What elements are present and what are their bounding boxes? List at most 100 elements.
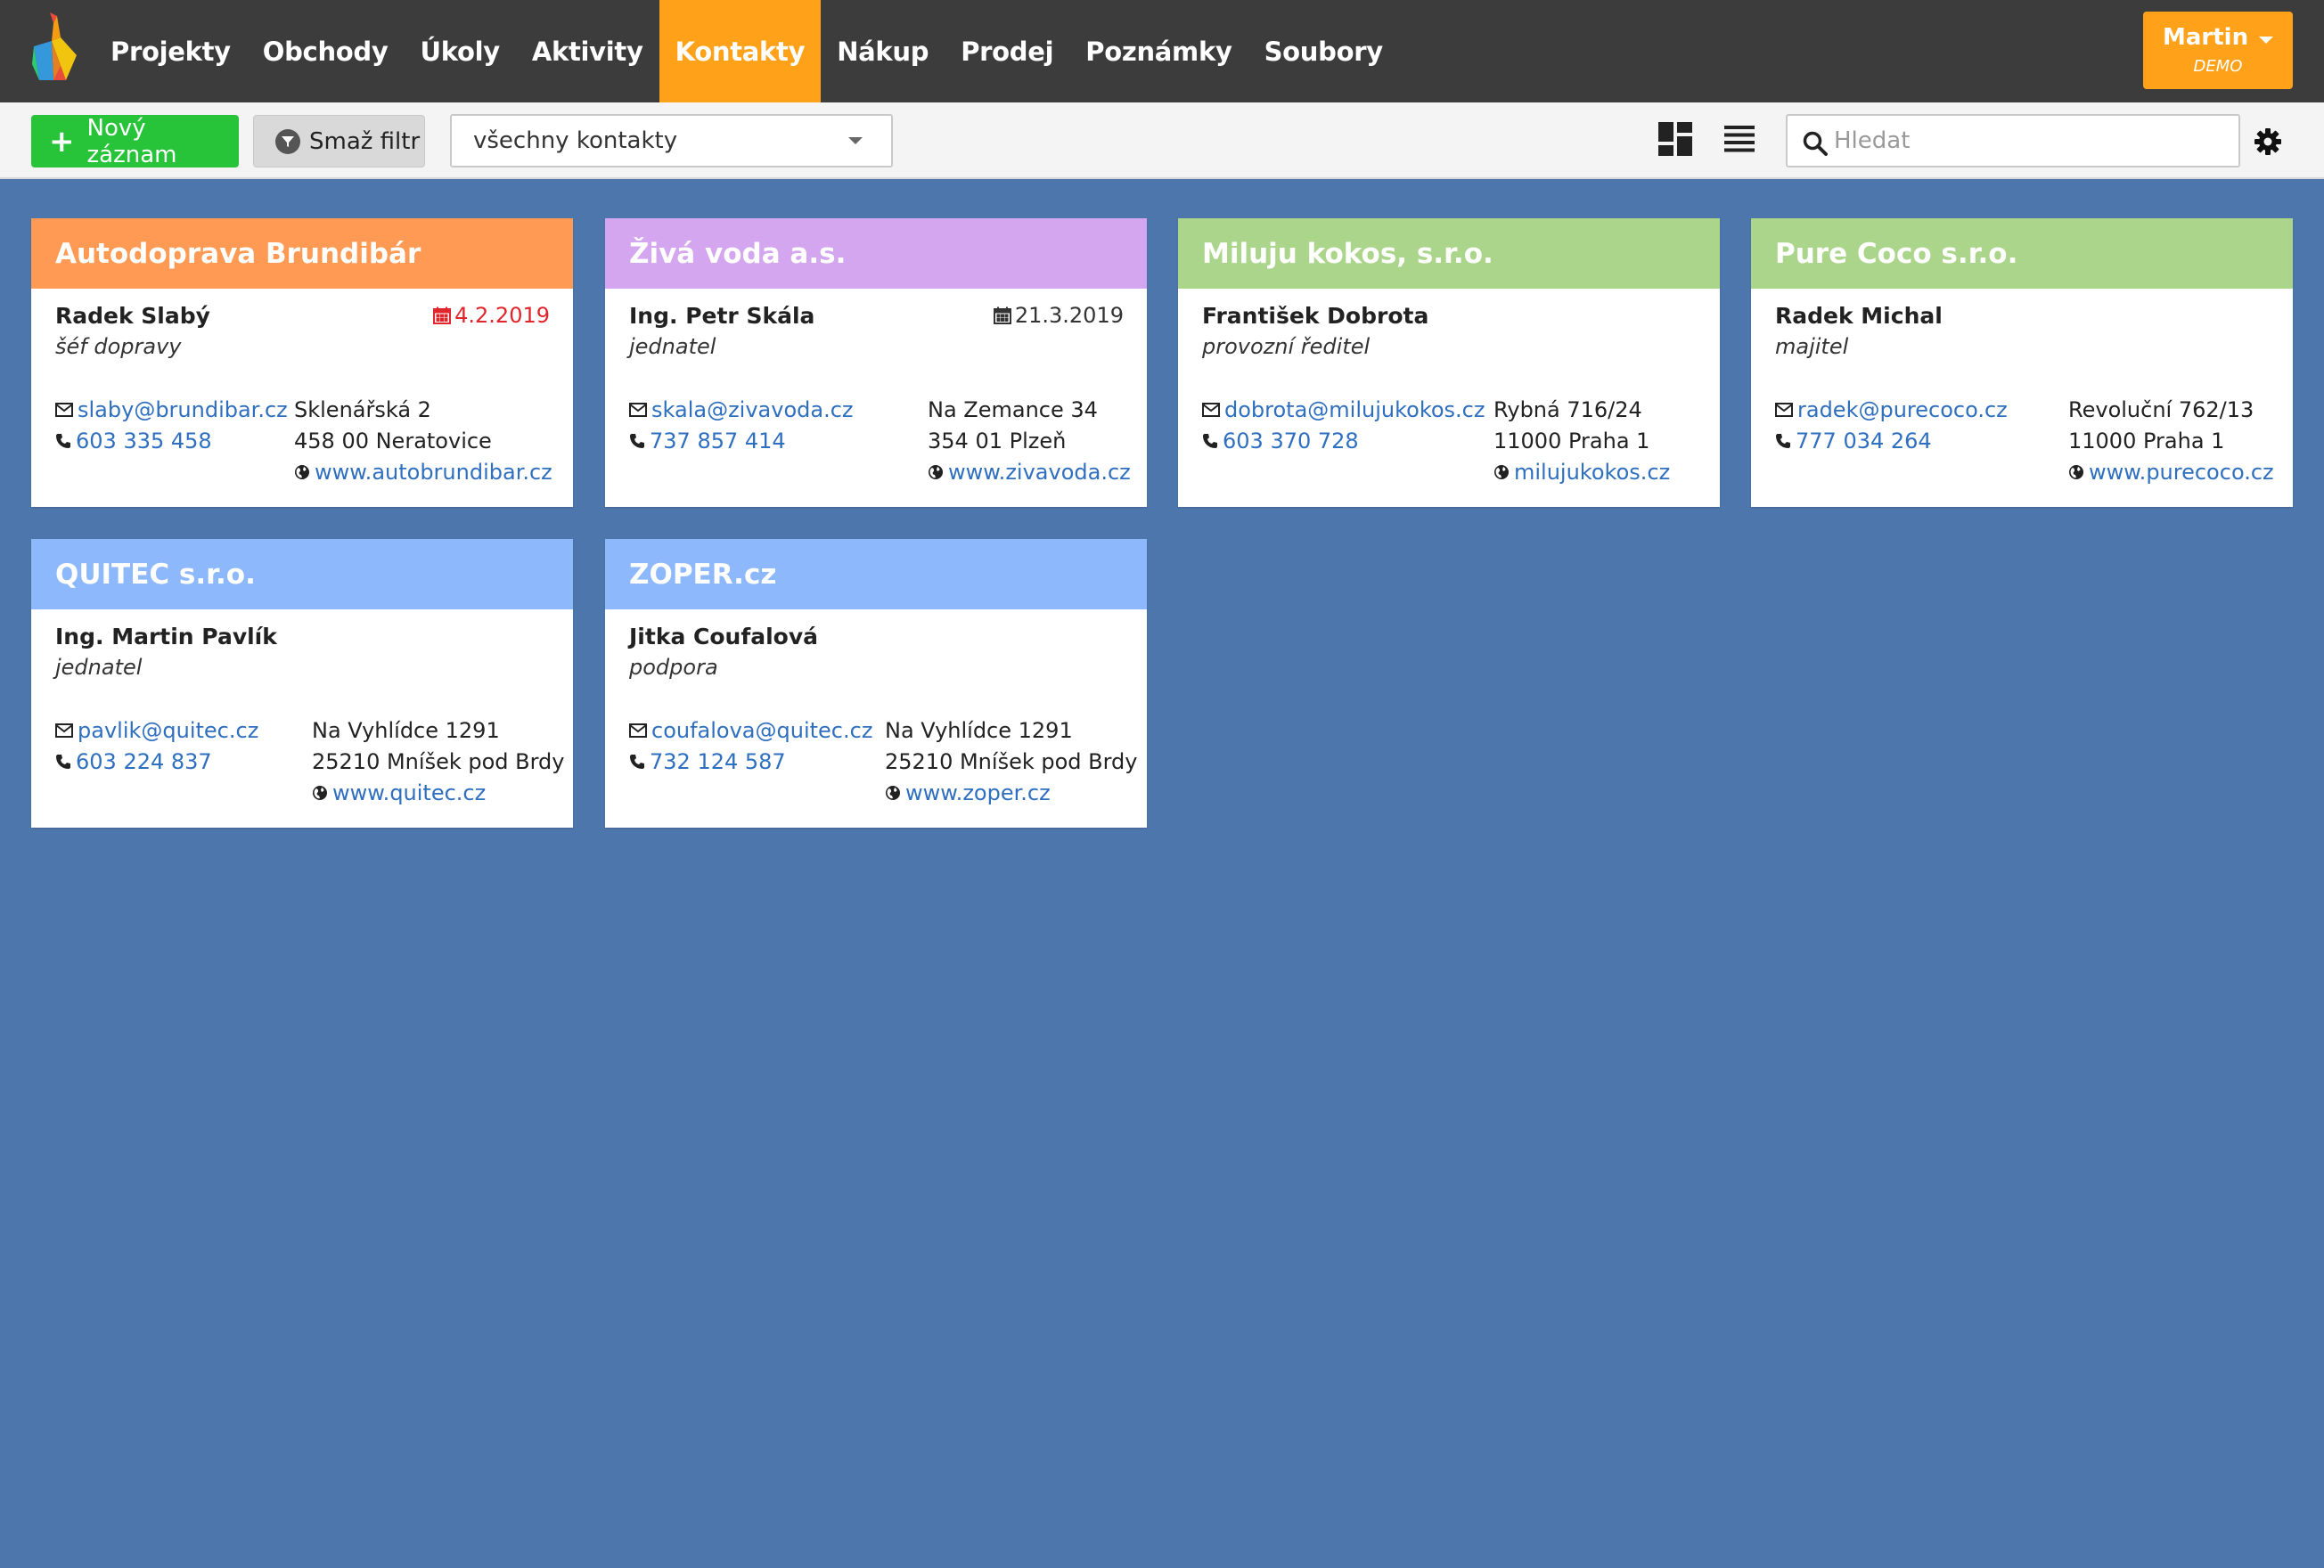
search-box [1786, 114, 2240, 167]
user-subtitle: DEMO [2193, 57, 2243, 76]
phone-icon [56, 434, 70, 448]
contact-phone-link[interactable]: 777 034 264 [1796, 429, 1932, 453]
contact-website-link[interactable]: www.purecoco.cz [2089, 460, 2274, 485]
globe-icon [2069, 465, 2083, 479]
contact-email-link[interactable]: pavlik@quitec.cz [78, 718, 258, 743]
filter-clear-icon [275, 128, 300, 154]
envelope-icon [1202, 403, 1220, 417]
globe-icon [313, 786, 327, 800]
card-body: Jitka Coufalová podpora coufalova@quitec… [605, 609, 1147, 828]
contact-phone: 603 335 458 [55, 429, 212, 453]
contact-email-link[interactable]: coufalova@quitec.cz [651, 718, 872, 743]
contact-role: šéf dopravy [55, 334, 182, 359]
clear-filter-button[interactable]: Smaž filtr [253, 115, 425, 167]
contact-phone-link[interactable]: 603 335 458 [76, 429, 212, 453]
card-company-name[interactable]: Autodoprava Brundibár [31, 218, 573, 289]
contact-card: QUITEC s.r.o. Ing. Martin Pavlík jednate… [31, 539, 573, 828]
address-city: 11000 Praha 1 [1493, 429, 1650, 453]
contact-person-name: Ing. Martin Pavlík [55, 624, 277, 649]
contact-website-link[interactable]: milujukokos.cz [1514, 460, 1670, 485]
contact-filter-select[interactable]: všechny kontakty [450, 114, 893, 167]
calendar-icon [993, 306, 1011, 324]
contact-website-link[interactable]: www.autobrundibar.cz [315, 460, 552, 485]
contact-card: Živá voda a.s. Ing. Petr Skála jednatel … [605, 218, 1147, 507]
contact-website: www.purecoco.cz [2068, 460, 2274, 485]
card-body: Ing. Petr Skála jednatel 21.3.2019 skala… [605, 289, 1147, 507]
address-city: 354 01 Plzeň [928, 429, 1067, 453]
contact-card: ZOPER.cz Jitka Coufalová podpora coufalo… [605, 539, 1147, 828]
list-icon[interactable] [1724, 125, 1755, 153]
contact-email-link[interactable]: radek@purecoco.cz [1797, 397, 2008, 422]
contact-phone: 777 034 264 [1775, 429, 1932, 453]
contact-website: www.zivavoda.cz [928, 460, 1131, 485]
gear-icon[interactable] [2254, 127, 2282, 156]
contact-phone-link[interactable]: 737 857 414 [650, 429, 786, 453]
address-street: Na Zemance 34 [928, 397, 1098, 422]
globe-icon [1494, 465, 1509, 479]
card-company-name[interactable]: Miluju kokos, s.r.o. [1178, 218, 1720, 289]
card-body: Radek Michal majitel radek@purecoco.cz 7… [1751, 289, 2293, 507]
address-street: Sklenářská 2 [294, 397, 431, 422]
nav-item-kontakty[interactable]: Kontakty [659, 0, 822, 102]
contact-person-name: František Dobrota [1202, 303, 1429, 329]
address-city: 25210 Mníšek pod Brdy [885, 749, 1138, 774]
contact-website-link[interactable]: www.zivavoda.cz [948, 460, 1131, 485]
contact-website: milujukokos.cz [1493, 460, 1670, 485]
contact-phone: 737 857 414 [629, 429, 786, 453]
search-icon [1802, 130, 1829, 157]
globe-icon [929, 465, 943, 479]
nav-item-ukoly[interactable]: Úkoly [404, 0, 515, 102]
phone-icon [1203, 434, 1217, 448]
dashboard-grid-icon[interactable] [1658, 122, 1692, 156]
search-input[interactable] [1834, 121, 2226, 160]
envelope-icon [629, 403, 647, 417]
user-name: Martin [2163, 24, 2249, 51]
contact-person-name: Radek Slabý [55, 303, 210, 329]
contact-email-link[interactable]: skala@zivavoda.cz [651, 397, 854, 422]
card-company-name[interactable]: ZOPER.cz [605, 539, 1147, 609]
origami-giraffe-logo[interactable] [30, 11, 80, 80]
user-menu-button[interactable]: Martin DEMO [2143, 12, 2293, 89]
contact-filter-value: všechny kontakty [473, 127, 678, 154]
contact-website: www.quitec.cz [312, 780, 486, 805]
clear-filter-label: Smaž filtr [309, 127, 421, 155]
contact-email: radek@purecoco.cz [1775, 397, 2008, 422]
contact-phone-link[interactable]: 603 224 837 [76, 749, 212, 774]
card-company-name[interactable]: Pure Coco s.r.o. [1751, 218, 2293, 289]
contact-date-text: 4.2.2019 [454, 303, 550, 328]
contact-phone-link[interactable]: 603 370 728 [1223, 429, 1359, 453]
contact-person-name: Jitka Coufalová [629, 624, 818, 649]
contact-website-link[interactable]: www.zoper.cz [905, 780, 1051, 805]
nav-item-obchody[interactable]: Obchody [247, 0, 405, 102]
top-navigation-bar: Projekty Obchody Úkoly Aktivity Kontakty… [0, 0, 2324, 102]
phone-icon [56, 755, 70, 769]
new-record-button[interactable]: + Nový záznam [31, 115, 239, 168]
nav-item-soubory[interactable]: Soubory [1248, 0, 1399, 102]
phone-icon [630, 434, 644, 448]
contact-email-link[interactable]: dobrota@milujukokos.cz [1224, 397, 1485, 422]
contact-email: slaby@brundibar.cz [55, 397, 288, 422]
envelope-icon [55, 723, 73, 738]
caret-down-icon [2259, 37, 2273, 44]
contact-email-link[interactable]: slaby@brundibar.cz [78, 397, 288, 422]
nav-item-poznamky[interactable]: Poznámky [1069, 0, 1248, 102]
card-company-name[interactable]: Živá voda a.s. [605, 218, 1147, 289]
nav-item-nakup[interactable]: Nákup [821, 0, 945, 102]
address-city: 11000 Praha 1 [2068, 429, 2225, 453]
address-street: Na Vyhlídce 1291 [312, 718, 500, 743]
envelope-icon [629, 723, 647, 738]
card-company-name[interactable]: QUITEC s.r.o. [31, 539, 573, 609]
contact-website: www.autobrundibar.cz [294, 460, 552, 485]
nav-item-aktivity[interactable]: Aktivity [516, 0, 659, 102]
contact-card: Miluju kokos, s.r.o. František Dobrota p… [1178, 218, 1720, 507]
contact-role: provozní ředitel [1202, 334, 1371, 359]
contact-phone: 603 224 837 [55, 749, 212, 774]
contact-website-link[interactable]: www.quitec.cz [332, 780, 486, 805]
envelope-icon [55, 403, 73, 417]
contact-card: Pure Coco s.r.o. Radek Michal majitel ra… [1751, 218, 2293, 507]
contact-phone-link[interactable]: 732 124 587 [650, 749, 786, 774]
nav-item-projekty[interactable]: Projekty [94, 0, 247, 102]
nav-item-prodej[interactable]: Prodej [945, 0, 1069, 102]
card-body: Radek Slabý šéf dopravy 4.2.2019 slaby@b… [31, 289, 573, 507]
address-city: 25210 Mníšek pod Brdy [312, 749, 565, 774]
